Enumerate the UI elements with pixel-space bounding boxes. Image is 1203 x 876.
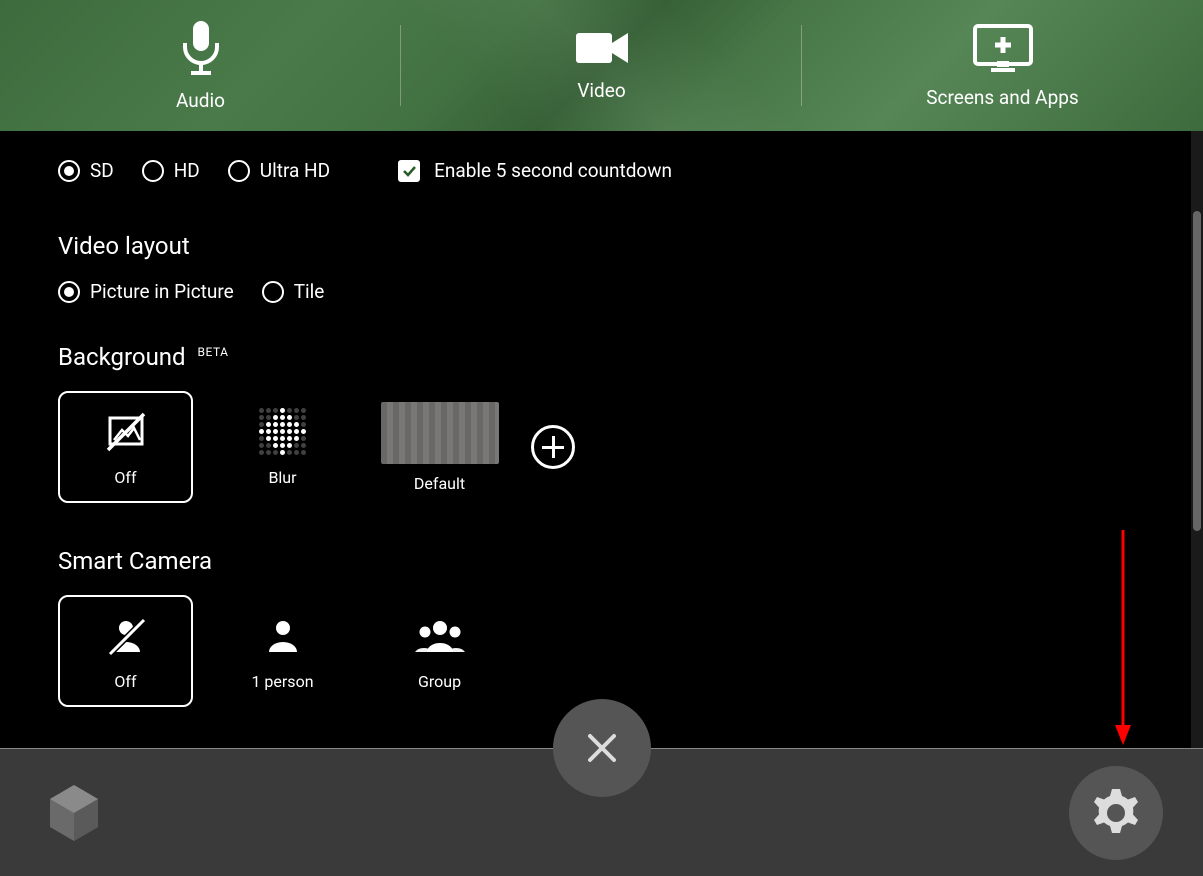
settings-button[interactable] <box>1069 766 1163 860</box>
tab-video[interactable]: Video <box>401 0 802 131</box>
background-default-label: Default <box>414 474 465 493</box>
countdown-label: Enable 5 second countdown <box>434 159 672 182</box>
radio-icon <box>58 160 80 182</box>
top-tabs: Audio Video Screens and Apps <box>0 0 1203 131</box>
background-off[interactable]: Off <box>58 391 193 503</box>
layout-tile-label: Tile <box>294 280 325 303</box>
quality-sd[interactable]: SD <box>58 159 114 182</box>
background-blur-label: Blur <box>268 468 296 487</box>
microphone-icon <box>179 19 223 77</box>
background-title-text: Background <box>58 343 186 371</box>
radio-icon <box>228 160 250 182</box>
checkbox-icon <box>398 160 420 182</box>
background-title: Background BETA <box>58 343 1133 371</box>
screen-share-icon <box>971 22 1035 74</box>
quality-ultra-hd-label: Ultra HD <box>260 159 330 182</box>
beta-badge: BETA <box>198 345 229 359</box>
person-off-icon <box>104 612 148 660</box>
smart-camera-one-label: 1 person <box>251 672 313 691</box>
video-layout-title: Video layout <box>58 232 1133 260</box>
tab-audio-label: Audio <box>176 89 225 112</box>
video-camera-icon <box>574 29 630 67</box>
quality-ultra-hd[interactable]: Ultra HD <box>228 159 330 182</box>
video-settings-panel: SD HD Ultra HD Enable 5 second countdown… <box>0 131 1191 748</box>
background-add[interactable] <box>529 391 577 503</box>
video-layout-row: Picture in Picture Tile <box>58 280 1133 303</box>
background-thumbnail <box>381 402 499 464</box>
countdown-checkbox[interactable]: Enable 5 second countdown <box>398 159 672 182</box>
gear-icon <box>1088 785 1144 841</box>
layout-pip-label: Picture in Picture <box>90 280 234 303</box>
quality-hd-label: HD <box>174 159 200 182</box>
no-image-icon <box>104 408 148 456</box>
background-default[interactable]: Default <box>372 391 507 503</box>
quality-hd[interactable]: HD <box>142 159 200 182</box>
plus-circle-icon <box>531 425 575 469</box>
smart-camera-tiles: Off 1 person Gro <box>58 595 1133 707</box>
close-icon <box>586 732 618 764</box>
smart-camera-off-label: Off <box>114 672 136 691</box>
person-icon <box>263 612 303 660</box>
background-blur[interactable]: Blur <box>215 391 350 503</box>
radio-icon <box>142 160 164 182</box>
layout-tile[interactable]: Tile <box>262 280 325 303</box>
scrollbar-thumb[interactable] <box>1193 211 1201 531</box>
layout-pip[interactable]: Picture in Picture <box>58 280 234 303</box>
background-tiles: Off Blur Default <box>58 391 1133 503</box>
smart-camera-title: Smart Camera <box>58 547 1133 575</box>
blur-icon <box>259 408 306 456</box>
quality-row: SD HD Ultra HD Enable 5 second countdown <box>58 159 1133 182</box>
smart-camera-group-label: Group <box>418 672 461 691</box>
tab-video-label: Video <box>577 79 625 102</box>
smart-camera-group[interactable]: Group <box>372 595 507 707</box>
radio-icon <box>262 281 284 303</box>
quality-sd-label: SD <box>90 159 114 182</box>
radio-icon <box>58 281 80 303</box>
smart-camera-one-person[interactable]: 1 person <box>215 595 350 707</box>
tab-screens[interactable]: Screens and Apps <box>802 0 1203 131</box>
bottom-bar <box>0 748 1203 876</box>
background-off-label: Off <box>114 468 136 487</box>
tab-audio[interactable]: Audio <box>0 0 401 131</box>
tab-screens-label: Screens and Apps <box>926 86 1078 109</box>
scrollbar[interactable] <box>1191 131 1203 748</box>
group-icon <box>413 612 467 660</box>
close-button[interactable] <box>553 699 651 797</box>
app-logo-icon <box>40 779 108 847</box>
smart-camera-off[interactable]: Off <box>58 595 193 707</box>
